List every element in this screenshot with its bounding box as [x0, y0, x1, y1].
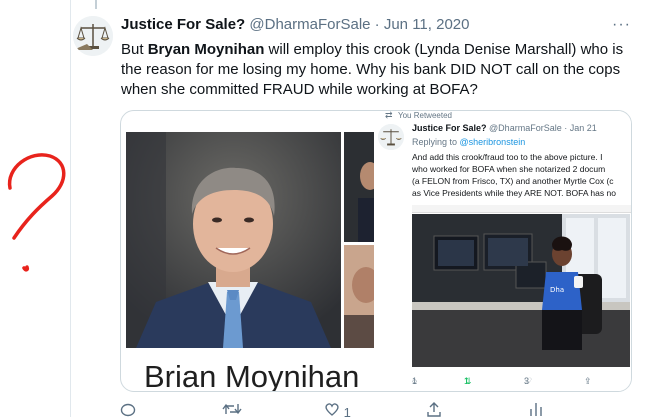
- author-avatar[interactable]: [73, 16, 113, 56]
- like-count: 1: [343, 405, 351, 417]
- side-photo-bottom[interactable]: [344, 245, 374, 348]
- reply-icon: [120, 403, 136, 417]
- scales-of-justice-icon: [73, 16, 113, 56]
- side-photo-top[interactable]: [344, 132, 374, 242]
- embedded-text-line: And add this crook/fraud too to the abov…: [412, 152, 603, 162]
- embedded-tweet-text: And add this crook/fraud too to the abov…: [412, 151, 631, 199]
- embedded-retweet-count: 1: [464, 376, 470, 386]
- embedded-separator: ·: [564, 123, 568, 133]
- share-icon: ⇪: [584, 376, 592, 386]
- thread-line: [95, 0, 97, 9]
- tweet-date[interactable]: Jun 11, 2020: [384, 16, 470, 33]
- embedded-date[interactable]: Jan 21: [570, 123, 597, 133]
- tweet-text-bold: Bryan Moynihan: [147, 41, 265, 58]
- author-name[interactable]: Justice For Sale?: [121, 16, 245, 33]
- analytics-button[interactable]: [528, 401, 544, 417]
- retweet-icon: [222, 403, 242, 415]
- photo-caption: Brian Moynihan: [144, 359, 360, 392]
- header-separator: ·: [374, 16, 380, 33]
- embedded-text-line: who worked for BOFA when she notarized 2…: [412, 164, 606, 174]
- embedded-reply-count: 1: [412, 376, 418, 386]
- more-options-button[interactable]: ···: [612, 16, 631, 34]
- tweet-text-start: But: [121, 41, 148, 58]
- heart-icon: [325, 403, 339, 416]
- share-icon: [427, 402, 441, 417]
- author-handle[interactable]: @DharmaForSale: [249, 16, 370, 33]
- embedded-like-count: 3: [524, 376, 530, 386]
- like-button[interactable]: 1: [324, 401, 351, 417]
- embedded-tweet-header: Justice For Sale? @DharmaForSale · Jan 2…: [412, 123, 597, 133]
- replying-to: Replying to @sheribronstein: [412, 137, 525, 147]
- replying-to-prefix: Replying to: [412, 137, 460, 147]
- share-button[interactable]: [426, 401, 442, 417]
- embedded-text-line: as Vice Presidents while they ARE NOT. B…: [412, 188, 616, 198]
- office-photo[interactable]: Dha: [412, 214, 630, 367]
- embedded-text-line: (a FELON from Frisco, TX) and another My…: [412, 176, 614, 186]
- embedded-author-avatar[interactable]: [378, 124, 404, 150]
- media-card[interactable]: Brian Moynihan ⇄ You Retweeted Justice F…: [120, 110, 632, 392]
- tweet-action-bar: 1: [120, 401, 640, 417]
- embedded-author-handle[interactable]: @DharmaForSale: [489, 123, 562, 133]
- tweet-header: Justice For Sale? @DharmaForSale · Jun 1…: [121, 16, 469, 33]
- scales-of-justice-icon: [378, 124, 404, 150]
- replying-to-handle[interactable]: @sheribronstein: [460, 137, 526, 147]
- retweet-icon: ⇄: [385, 110, 393, 120]
- embedded-action-bar: ○ 1 ⇅ 1 ♡ 3 ⇪: [412, 376, 631, 390]
- reply-button[interactable]: [120, 401, 136, 417]
- analytics-icon: [530, 403, 542, 416]
- embedded-author-name[interactable]: Justice For Sale?: [412, 123, 487, 133]
- embedded-image-urlbar: [412, 205, 631, 213]
- portrait-photo[interactable]: [126, 132, 341, 348]
- retweet-label: You Retweeted: [398, 111, 452, 120]
- tweet-text: But Bryan Moynihan will employ this croo…: [121, 40, 636, 100]
- retweet-button[interactable]: [222, 401, 242, 417]
- embedded-retweet[interactable]: ⇄ You Retweeted Justice For Sale? @Dharm…: [374, 110, 631, 391]
- svg-text:Dha: Dha: [550, 286, 564, 294]
- question-mark-scribble: [7, 153, 66, 272]
